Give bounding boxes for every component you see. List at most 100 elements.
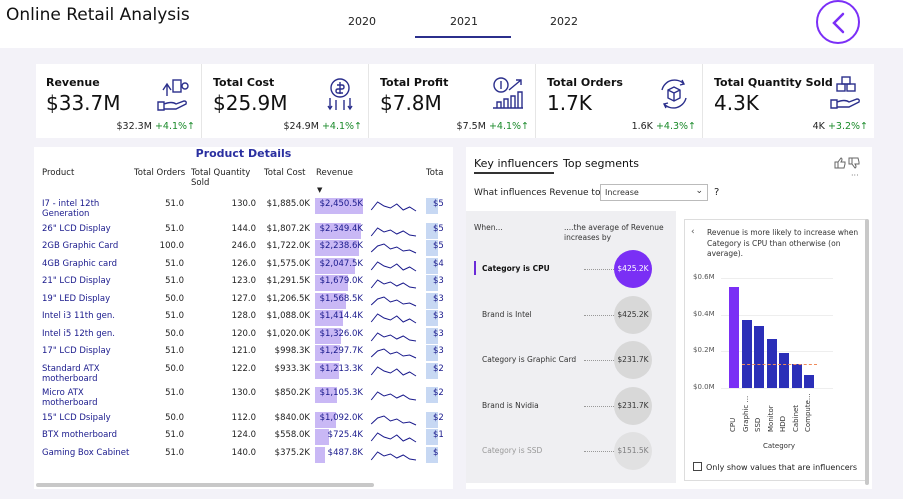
bar-cpu[interactable] bbox=[729, 287, 739, 388]
influencer-list: When... ....the average of Revenue incre… bbox=[466, 211, 676, 483]
table-horizontal-scrollbar[interactable] bbox=[36, 483, 374, 487]
total-quantity-cell: 246.0 bbox=[231, 241, 256, 251]
tab-top-segments[interactable]: Top segments bbox=[563, 157, 639, 170]
detail-vertical-scrollbar[interactable] bbox=[865, 219, 869, 485]
bar-graphic[interactable] bbox=[741, 320, 752, 388]
chevron-left-icon[interactable]: ‹ bbox=[691, 227, 695, 237]
table-row[interactable]: 17" LCD Display 51.0 121.0 $998.3K $1,297.7K… bbox=[34, 345, 453, 363]
chevron-down-icon: ⌄ bbox=[695, 186, 703, 196]
col-header-product[interactable]: Product bbox=[42, 168, 74, 178]
col-header-cost[interactable]: Total Cost bbox=[264, 168, 305, 178]
product-name: 2GB Graphic Card bbox=[42, 241, 119, 251]
total-cost-cell: $998.3K bbox=[274, 346, 310, 356]
total-quantity-cell: 144.0 bbox=[231, 223, 256, 234]
revenue-cell: $1,092.0K bbox=[319, 412, 363, 423]
total-orders-cell: 51.0 bbox=[165, 430, 184, 440]
table-row[interactable]: Standard ATX motherboard 50.0 122.0 $933.3K… bbox=[34, 362, 453, 388]
total-quantity-cell: 130.0 bbox=[231, 199, 256, 209]
influencer-label: Category is CPU bbox=[482, 264, 550, 273]
revenue-cell: $2,047.5K bbox=[319, 258, 363, 269]
kpi-comparison: $32.3M +4.1%↑ bbox=[116, 121, 196, 132]
influencer-label: Category is Graphic Card bbox=[482, 355, 577, 364]
table-row[interactable]: Micro ATX motherboard 51.0 130.0 $850.2K $1,… bbox=[34, 387, 453, 412]
col-header-total[interactable]: Tota bbox=[426, 168, 444, 178]
product-name: 19" LED Display bbox=[42, 293, 111, 304]
product-name: 15" LCD Dsipaly bbox=[42, 412, 111, 423]
influencer-item[interactable]: Category is CPU $425.2K bbox=[466, 247, 676, 293]
kpi-comparison: $24.9M +4.1%↑ bbox=[283, 121, 363, 132]
influencer-item[interactable]: Brand is Nvidia $231.7K bbox=[466, 384, 676, 430]
total-orders-cell: 51.0 bbox=[165, 447, 184, 458]
x-axis-title: Category bbox=[763, 442, 795, 450]
table-row[interactable]: 26" LCD Display 51.0 144.0 $1,807.2K $2,349.… bbox=[34, 222, 453, 241]
col-header-orders[interactable]: Total Orders bbox=[134, 168, 185, 178]
selection-marker bbox=[474, 261, 476, 275]
table-row[interactable]: 19" LED Display 50.0 127.0 $1,206.5K $1,568.… bbox=[34, 292, 453, 311]
table-row[interactable]: 21" LCD Display 51.0 123.0 $1,291.5K $1,679.… bbox=[34, 275, 453, 293]
table-row[interactable]: Intel i5 12th gen. 50.0 120.0 $1,020.0K $1,3… bbox=[34, 327, 453, 346]
thumbs-feedback-icon[interactable] bbox=[834, 157, 860, 169]
kpi-card-total-quantity-sold: Total Quantity Sold 4.3K 4K +3.2%↑ bbox=[704, 64, 874, 138]
table-row[interactable]: Intel i3 11th gen. 51.0 128.0 $1,088.0K $1,4… bbox=[34, 310, 453, 328]
table-row[interactable]: BTX motherboard 51.0 124.0 $558.0K $725.4K $1 bbox=[34, 429, 453, 447]
revenue-cell: $487.8K bbox=[327, 447, 363, 458]
key-influencers-panel: Key influencers Top segments ··· What in… bbox=[466, 147, 872, 489]
revenue-sparkline bbox=[370, 295, 417, 306]
col-header-revenue[interactable]: Revenue bbox=[316, 168, 353, 178]
kpi-card-total-orders: Total Orders 1.7K 1.6K +4.3%↑ bbox=[537, 64, 703, 138]
gridline bbox=[721, 388, 833, 389]
x-tick-label: Cabinet bbox=[791, 404, 800, 432]
total-orders-cell: 50.0 bbox=[165, 412, 184, 423]
influencer-item[interactable]: Category is SSD $151.5K bbox=[466, 429, 676, 475]
revenue-sparkline bbox=[370, 226, 417, 236]
kpi-value: $33.7M bbox=[46, 91, 121, 115]
product-name: Intel i5 12th gen. bbox=[42, 328, 115, 339]
page-title: Online Retail Analysis bbox=[6, 5, 190, 25]
revenue-sparkline bbox=[370, 331, 417, 341]
table-row[interactable]: 4GB Graphic card 51.0 126.0 $1,575.0K $2,047… bbox=[34, 257, 453, 276]
table-row[interactable]: I7 - intel 12th Generation 51.0 130.0 $1,88… bbox=[34, 198, 453, 223]
revenue-sparkline bbox=[370, 279, 417, 289]
kpi-value: 4.3K bbox=[714, 91, 759, 115]
table-row[interactable]: Gaming Box Cabinet 51.0 140.0 $375.2K $487.8… bbox=[34, 446, 453, 465]
connector-line bbox=[584, 314, 614, 316]
col-header-quantity[interactable]: Total Quantity Sold bbox=[191, 168, 256, 188]
bar-compute[interactable] bbox=[804, 375, 814, 388]
influencers-only-checkbox[interactable]: Only show values that are influencers bbox=[693, 462, 857, 472]
bar-hdd[interactable] bbox=[779, 353, 789, 388]
revenue-sparkline bbox=[370, 201, 417, 212]
total-orders-cell: 51.0 bbox=[165, 258, 184, 269]
total-cell: $1 bbox=[433, 430, 444, 440]
total-cost-cell: $1,722.0K bbox=[266, 241, 310, 251]
year-tab-2020[interactable]: 2020 bbox=[348, 15, 376, 28]
tab-key-influencers[interactable]: Key influencers bbox=[474, 157, 558, 170]
influencer-item[interactable]: Category is Graphic Card $231.7K bbox=[466, 338, 676, 384]
kpi-value: $7.8M bbox=[380, 91, 442, 115]
connector-line bbox=[584, 269, 614, 270]
total-orders-cell: 51.0 bbox=[165, 199, 184, 209]
year-tab-2021[interactable]: 2021 bbox=[450, 15, 478, 28]
product-details-table: Product Details Product Total Orders Tot… bbox=[34, 147, 453, 489]
table-row[interactable]: 2GB Graphic Card 100.0 246.0 $1,722.0K $2,23… bbox=[34, 240, 453, 258]
year-tab-2022[interactable]: 2022 bbox=[550, 15, 578, 28]
revenue-sparkline bbox=[370, 365, 417, 376]
checkbox-box[interactable] bbox=[693, 462, 702, 471]
back-button[interactable] bbox=[816, 0, 860, 44]
table-row[interactable]: 15" LCD Dsipaly 50.0 112.0 $840.0K $1,092.0K… bbox=[34, 411, 453, 430]
coin-down-icon bbox=[327, 78, 353, 111]
sort-desc-icon[interactable]: ▼ bbox=[317, 185, 322, 195]
bar-cabinet[interactable] bbox=[791, 364, 802, 388]
metric-direction-select[interactable]: Increase ⌄ bbox=[600, 184, 708, 201]
revenue-cell: $725.4K bbox=[327, 430, 363, 440]
total-cost-cell: $1,020.0K bbox=[266, 328, 310, 339]
bar-ssd[interactable] bbox=[754, 325, 764, 388]
total-cell: $2 bbox=[433, 412, 444, 423]
y-tick-label: $0.4M bbox=[693, 309, 715, 318]
more-options-icon[interactable]: ··· bbox=[851, 171, 859, 180]
product-name: Micro ATX motherboard bbox=[42, 388, 98, 408]
average-label: ....the average of Revenue increases by bbox=[564, 223, 664, 242]
influencer-item[interactable]: Brand is Intel $425.2K bbox=[466, 293, 676, 339]
y-tick-label: $0.6M bbox=[693, 273, 715, 281]
revenue-cell: $1,679.0K bbox=[319, 276, 363, 286]
kpi-comparison: 1.6K +4.3%↑ bbox=[631, 121, 696, 132]
